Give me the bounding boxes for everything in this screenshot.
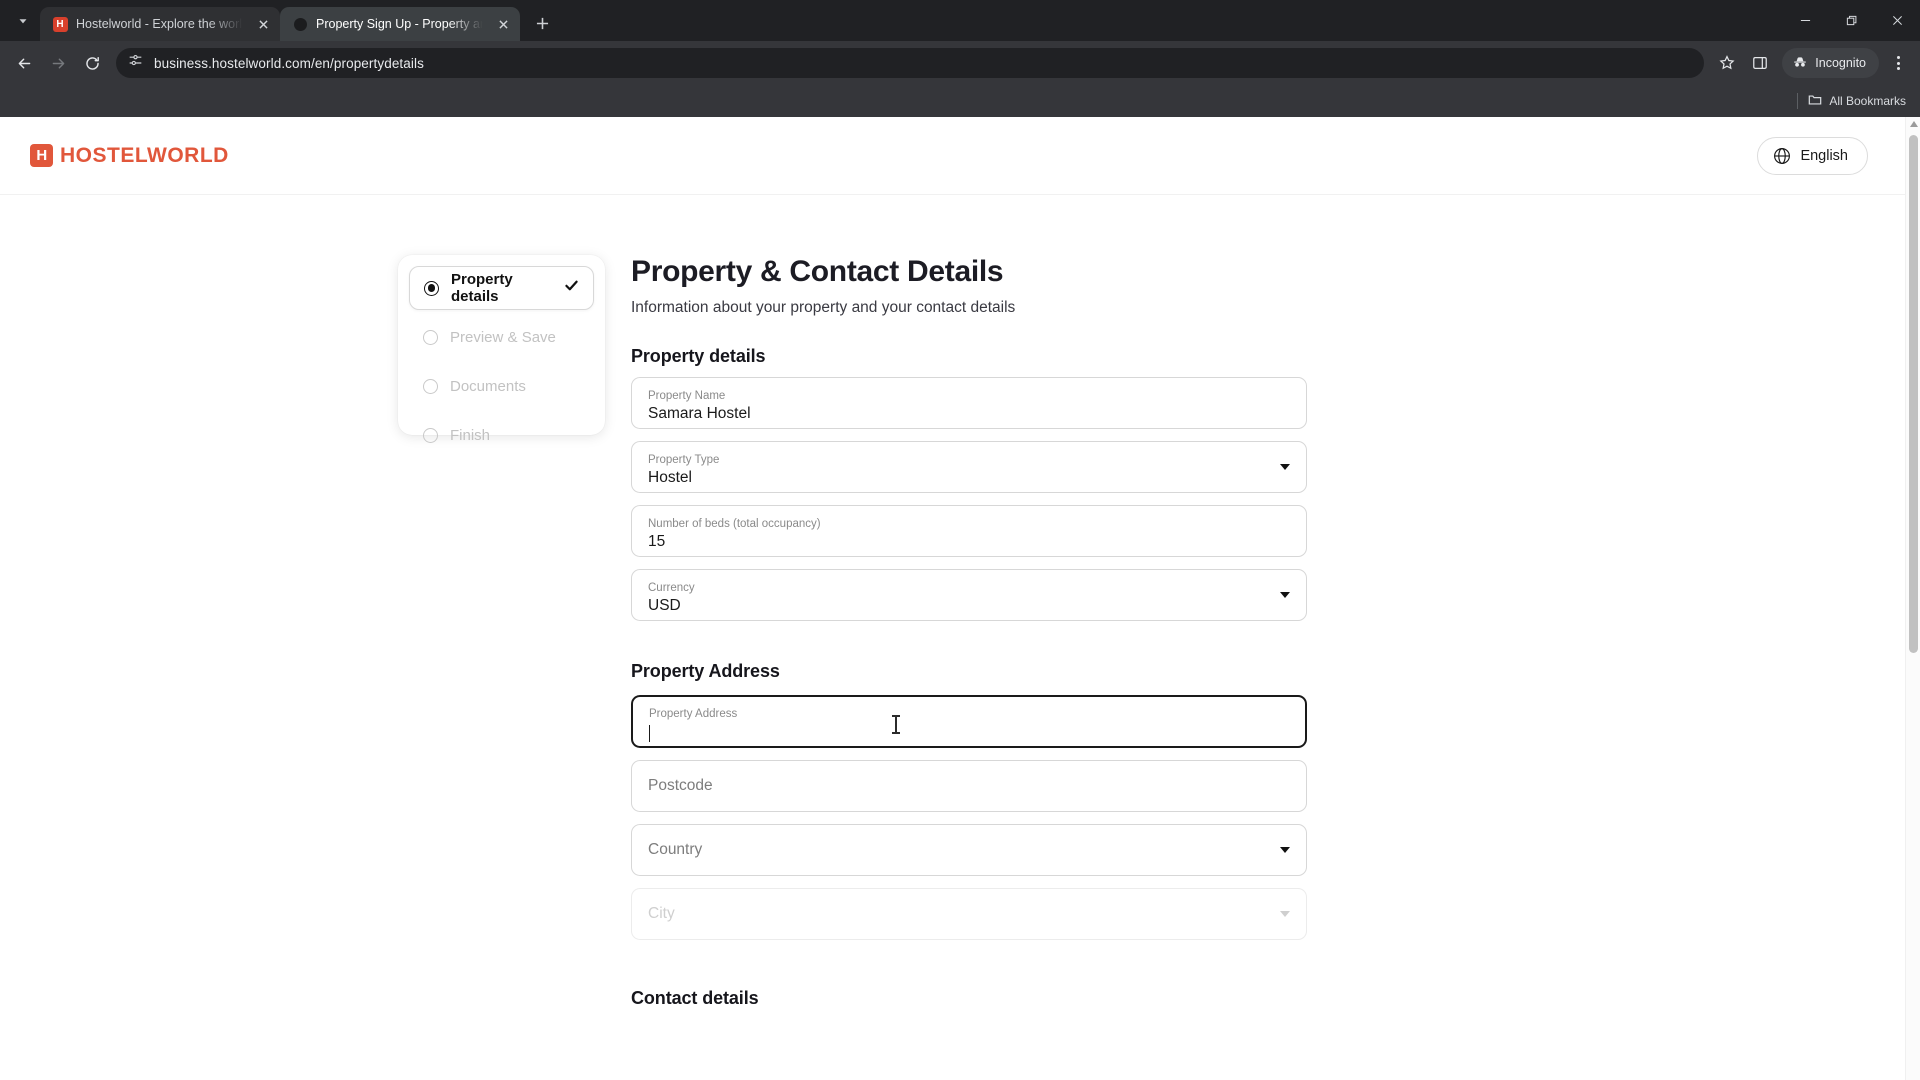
chevron-down-icon[interactable] (1280, 846, 1290, 853)
check-icon (564, 278, 579, 298)
hostelworld-logo[interactable]: H HOSTELWORLD (30, 144, 229, 168)
signup-stepper: Property details Preview & Save Document… (398, 255, 605, 444)
hostelworld-icon: H (52, 16, 68, 32)
field-value: USD (648, 597, 681, 615)
field-placeholder: Country (648, 840, 703, 858)
incognito-icon (1792, 54, 1808, 73)
scroll-up-arrow-icon[interactable] (1906, 117, 1920, 131)
city-select[interactable]: City (631, 887, 1307, 940)
property-address-field[interactable]: Property Address (631, 694, 1307, 748)
chevron-down-icon[interactable] (1280, 591, 1290, 598)
hostelworld-logo-text: HOSTELWORLD (60, 143, 229, 167)
step-property-details[interactable]: Property details (409, 266, 594, 310)
radio-selected-icon (424, 280, 439, 296)
address-bar[interactable]: business.hostelworld.com/en/propertydeta… (116, 48, 1705, 78)
step-label: Property details (451, 271, 513, 305)
language-selector-button[interactable]: English (1757, 136, 1868, 175)
field-placeholder: Postcode (648, 776, 713, 794)
step-documents[interactable]: Documents (409, 364, 594, 408)
site-header: H HOSTELWORLD English (0, 117, 1920, 195)
tab-title: Property Sign Up - Property and (316, 17, 486, 31)
browser-toolbar: business.hostelworld.com/en/propertydeta… (0, 41, 1920, 85)
forward-arrow-icon[interactable] (42, 47, 74, 79)
hostelworld-logo-mark: H (30, 144, 53, 167)
section-heading-property-details: Property details (631, 345, 766, 366)
section-heading-property-address: Property Address (631, 660, 780, 681)
address-bar-url: business.hostelworld.com/en/propertydeta… (154, 55, 424, 71)
signup-form: Property & Contact Details Information a… (631, 255, 1307, 1019)
side-panel-icon[interactable] (1745, 48, 1775, 78)
radio-empty-icon (423, 427, 438, 443)
tab-title: Hostelworld - Explore the world (76, 17, 246, 31)
back-arrow-icon[interactable] (8, 47, 40, 79)
tab-strip: H Hostelworld - Explore the world Proper… (0, 0, 1920, 41)
postcode-field[interactable]: Postcode (631, 759, 1307, 812)
radio-empty-icon (423, 378, 438, 394)
reload-icon[interactable] (76, 47, 108, 79)
step-label: Finish (450, 426, 491, 444)
browser-tab-property-signup[interactable]: Property Sign Up - Property and (280, 7, 520, 41)
chevron-down-icon[interactable] (1280, 910, 1290, 917)
field-value: Hostel (648, 469, 692, 487)
divider (1797, 93, 1799, 109)
radio-empty-icon (423, 329, 438, 345)
text-cursor-icon (892, 714, 900, 734)
page-settings-icon[interactable] (128, 53, 143, 73)
browser-window: H Hostelworld - Explore the world Proper… (0, 0, 1920, 1080)
step-finish[interactable]: Finish (409, 413, 594, 457)
page-viewport: H HOSTELWORLD English Property details P… (0, 117, 1920, 1080)
number-of-beds-field[interactable]: Number of beds (total occupancy) 15 (631, 504, 1307, 557)
field-label: Property Type (648, 453, 720, 466)
browser-tab-hostelworld[interactable]: H Hostelworld - Explore the world (40, 7, 280, 41)
step-label: Documents (450, 377, 526, 395)
chevron-down-icon[interactable] (1280, 463, 1290, 470)
page-scrollbar[interactable] (1905, 117, 1920, 1080)
field-value: Samara Hostel (648, 405, 751, 423)
property-type-select[interactable]: Property Type Hostel (631, 440, 1307, 493)
step-preview-save[interactable]: Preview & Save (409, 315, 594, 359)
window-controls (1782, 0, 1920, 41)
globe-icon (1773, 147, 1791, 165)
toolbar-actions: Incognito (1712, 48, 1912, 78)
field-label: Number of beds (total occupancy) (648, 517, 821, 530)
field-label: Property Name (648, 389, 726, 402)
incognito-label: Incognito (1815, 56, 1866, 70)
field-value: 15 (648, 533, 666, 551)
all-bookmarks-button[interactable]: All Bookmarks (1808, 93, 1906, 110)
step-label: Preview & Save (450, 328, 556, 346)
incognito-profile-button[interactable]: Incognito (1782, 48, 1879, 78)
minimize-icon[interactable] (1782, 0, 1828, 41)
currency-select[interactable]: Currency USD (631, 568, 1307, 621)
field-placeholder: City (648, 904, 675, 922)
page-title: Property & Contact Details (631, 255, 1004, 288)
scrollbar-thumb[interactable] (1909, 135, 1918, 653)
close-icon[interactable] (254, 15, 272, 33)
close-icon[interactable] (1874, 0, 1920, 41)
field-label: Property Address (649, 707, 738, 720)
kebab-menu-icon[interactable] (1884, 48, 1912, 78)
bookmarks-bar: All Bookmarks (0, 85, 1920, 117)
property-name-field[interactable]: Property Name Samara Hostel (631, 376, 1307, 429)
page-subtitle: Information about your property and your… (631, 298, 1016, 316)
section-heading-contact-details: Contact details (631, 987, 759, 1008)
field-label: Currency (648, 581, 695, 594)
all-bookmarks-label: All Bookmarks (1829, 94, 1906, 108)
loading-dot-icon (292, 16, 308, 32)
restore-icon[interactable] (1828, 0, 1874, 41)
page-content: Property details Preview & Save Document… (0, 196, 1905, 1080)
tab-search-icon[interactable] (8, 6, 38, 36)
close-icon[interactable] (494, 15, 512, 33)
field-value-caret (649, 723, 1289, 742)
language-label: English (1800, 147, 1848, 164)
star-icon[interactable] (1712, 48, 1742, 78)
country-select[interactable]: Country (631, 823, 1307, 876)
new-tab-button[interactable] (528, 9, 556, 37)
folder-icon (1808, 93, 1822, 110)
